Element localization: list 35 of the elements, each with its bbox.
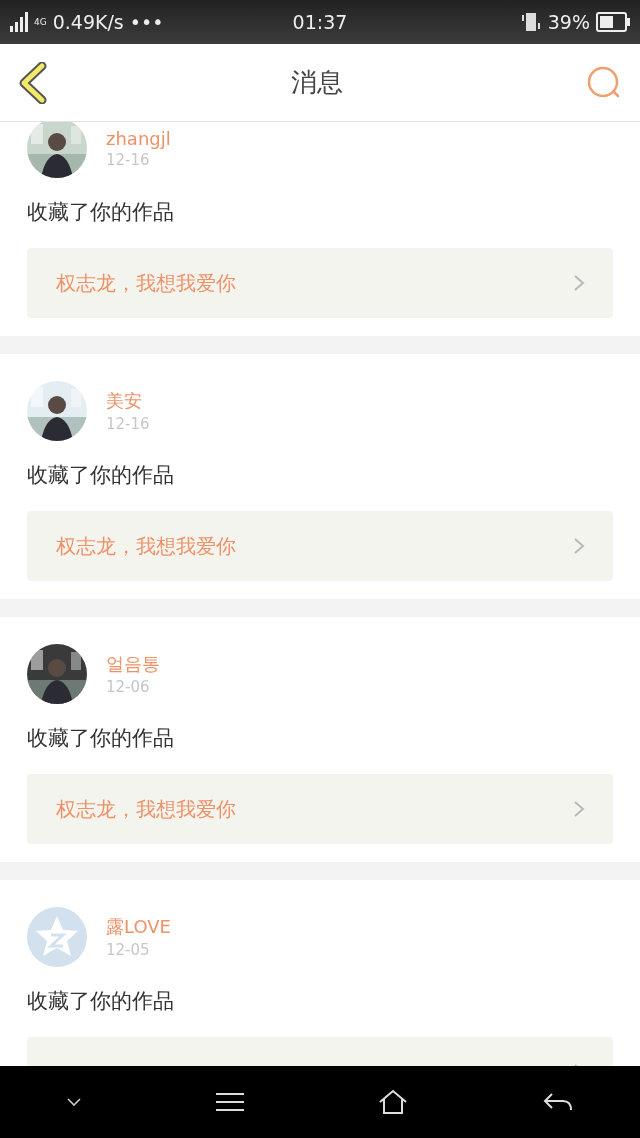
user-name[interactable]: zhangjl bbox=[106, 127, 171, 149]
page-title: 消息 bbox=[291, 66, 343, 99]
message-date: 12-16 bbox=[106, 415, 150, 433]
message-text: 收藏了你的作品 bbox=[27, 199, 175, 226]
signal-icon bbox=[10, 12, 28, 32]
network-type: 4G bbox=[34, 17, 47, 27]
user-name[interactable]: 美安 bbox=[106, 389, 150, 413]
home-icon[interactable] bbox=[378, 1089, 409, 1115]
message-text: 收藏了你的作品 bbox=[27, 988, 175, 1015]
message-text: 收藏了你的作品 bbox=[27, 462, 175, 489]
chevron-right-icon bbox=[573, 274, 585, 292]
message-date: 12-05 bbox=[106, 941, 151, 959]
message-date: 12-16 bbox=[106, 150, 151, 169]
back-icon[interactable] bbox=[542, 1092, 573, 1112]
menu-icon[interactable] bbox=[215, 1092, 244, 1112]
back-button[interactable] bbox=[18, 61, 48, 104]
message-text: 收藏了你的作品 bbox=[27, 725, 175, 752]
work-link[interactable]: 权志龙，我想我爱你 bbox=[27, 248, 613, 318]
chevron-down-icon[interactable] bbox=[67, 1098, 82, 1106]
clock: 01:37 bbox=[292, 11, 348, 33]
work-title: 权志龙，我想我爱你 bbox=[56, 795, 236, 823]
work-title: 权志龙，我想我爱你 bbox=[56, 269, 236, 297]
work-link[interactable]: 权志龙，我想我爱你 bbox=[27, 511, 613, 581]
user-name[interactable]: 露LOVE bbox=[106, 915, 171, 939]
chevron-right-icon bbox=[573, 537, 585, 555]
battery-percent: 39% bbox=[547, 11, 590, 33]
more-notifications: ••• bbox=[129, 11, 164, 33]
message-date: 12-06 bbox=[106, 678, 151, 696]
work-title: 权志龙，我想我爱你 bbox=[56, 532, 236, 560]
vibrate-icon bbox=[519, 11, 542, 33]
work-link[interactable]: 权志龙，我想我爱你 bbox=[27, 774, 613, 844]
battery-icon bbox=[596, 12, 630, 32]
chevron-right-icon bbox=[573, 800, 585, 818]
network-speed: 0.49K/s bbox=[52, 11, 124, 33]
user-name[interactable]: 얼음통 bbox=[106, 652, 160, 676]
